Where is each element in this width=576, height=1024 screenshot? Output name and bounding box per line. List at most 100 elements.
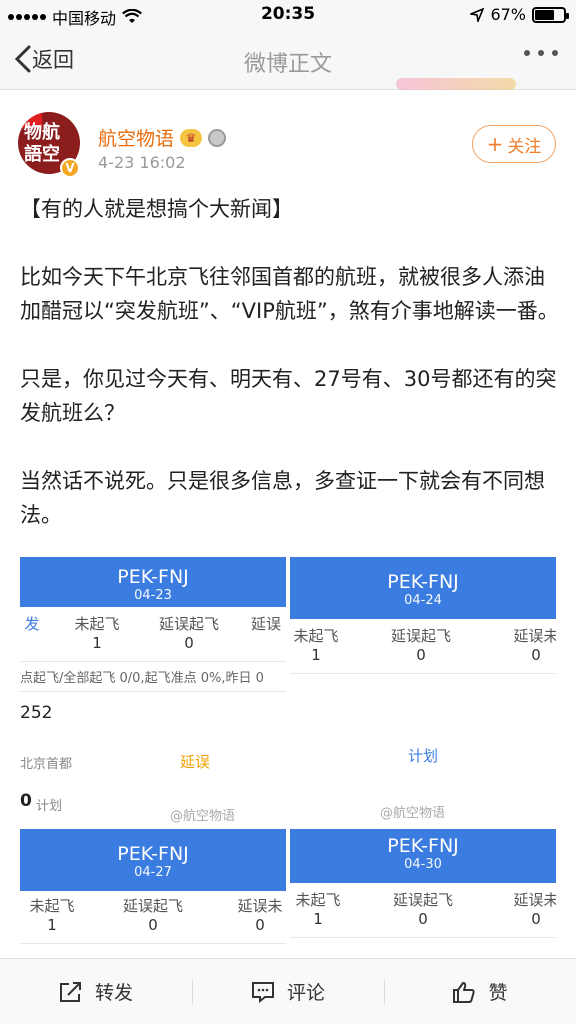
- divider: [20, 691, 286, 692]
- divider: [290, 937, 556, 938]
- flight-card-header: PEK-FNJ 04-30: [290, 829, 556, 883]
- stat-item: 延误起飞 0: [350, 891, 496, 929]
- flight-card-image[interactable]: PEK-FNJ 04-27 未起飞 1 延误起飞 0 延误未 0: [20, 829, 286, 945]
- like-label: 赞: [488, 982, 508, 1004]
- plan-label: 计划: [36, 799, 63, 814]
- stat-value: 0: [418, 910, 428, 928]
- stat-label: 延误未: [513, 891, 556, 909]
- stat-label: 延误未: [237, 897, 283, 915]
- like-button[interactable]: 赞: [384, 959, 576, 1024]
- comment-button[interactable]: 评论: [192, 959, 384, 1024]
- stat-label: 延误起飞: [158, 615, 219, 633]
- stat-item: 延误起飞 0: [346, 627, 496, 665]
- repost-button[interactable]: 转发: [0, 959, 192, 1024]
- repost-label: 转发: [94, 982, 133, 1004]
- divider: [20, 661, 286, 662]
- stat-item: 延误未 0: [496, 627, 556, 665]
- stat-value: 0: [255, 916, 265, 934]
- stat-value: 0: [531, 646, 541, 664]
- post-paragraph: 【有的人就是想搞个大新闻】: [20, 197, 293, 221]
- stat-label: 延误起飞: [392, 891, 453, 909]
- flight-stats: 未起飞 1 延误起飞 0 延误未 0: [20, 897, 286, 935]
- flight-route: PEK-FNJ: [387, 835, 459, 857]
- stat-item: 未起飞 1: [290, 627, 346, 665]
- plan-prefix: 0: [20, 791, 32, 811]
- flight-stats: 未起飞 1 延误起飞 0 延误未 0: [290, 891, 556, 929]
- share-icon: [59, 981, 81, 1002]
- author-name[interactable]: 航空物语: [98, 124, 174, 151]
- stat-item: 延误起飞 0: [84, 897, 222, 935]
- stat-item: 未起飞 1: [290, 891, 350, 929]
- flight-card-header: PEK-FNJ 04-27: [20, 829, 286, 891]
- more-menu-button[interactable]: [524, 50, 558, 56]
- plus-icon: +: [486, 132, 504, 156]
- medal-icon: [208, 128, 227, 147]
- author-row: 航空物语 ♛: [98, 124, 227, 151]
- flight-route: PEK-FNJ: [117, 566, 189, 588]
- flight-stats: 发 未起飞 1 延误起飞 0 延误: [20, 615, 286, 653]
- nav-bar: 返回 微博正文: [0, 30, 576, 90]
- stat-value: 0: [184, 634, 194, 652]
- flight-number: 252: [20, 703, 53, 723]
- post-time: 4-23 16:02: [98, 153, 186, 172]
- stat-label: 延误起飞: [122, 897, 183, 915]
- stat-label: 未起飞: [293, 627, 339, 645]
- comment-label: 评论: [286, 982, 325, 1004]
- comment-icon: [251, 981, 274, 1003]
- follow-label: 关注: [507, 136, 542, 157]
- stat-value: 1: [47, 916, 57, 934]
- thumbs-up-icon: [453, 981, 476, 1003]
- page-title: 微博正文: [243, 52, 332, 77]
- flight-card-header: PEK-FNJ 04-23: [20, 557, 286, 607]
- flight-route: PEK-FNJ: [387, 571, 459, 593]
- stat-value: 1: [311, 646, 321, 664]
- post-paragraph: 只是，你见过今天有、明天有、27号有、30号都还有的突发航班么？: [20, 367, 557, 425]
- stat-label: 延误起飞: [390, 627, 451, 645]
- crown-icon: ♛: [180, 128, 203, 147]
- action-toolbar: 转发 评论 赞: [0, 958, 576, 1024]
- flight-date: 04-27: [134, 865, 172, 880]
- flight-card-image[interactable]: PEK-FNJ 04-24 未起飞 1 延误起飞 0 延误未 0 计划 @航空物语: [290, 557, 556, 823]
- verified-badge-icon: V: [60, 158, 80, 178]
- stat-item: 未起飞 1: [20, 897, 84, 935]
- post-paragraph: 比如今天下午北京飞往邻国首都的航班，就被很多人添油加醋冠以“突发航班”、“VIP…: [20, 265, 559, 323]
- flight-date: 04-23: [134, 588, 172, 603]
- flight-date: 04-24: [404, 593, 442, 608]
- flight-card-image[interactable]: PEK-FNJ 04-23 发 未起飞 1 延误起飞 0 延误 点起飞/全部起飞 0…: [20, 557, 286, 823]
- flight-route: PEK-FNJ: [117, 843, 189, 865]
- location-arrow-icon: [470, 7, 485, 22]
- follow-button[interactable]: + 关注: [472, 125, 556, 163]
- stat-label: 未起飞: [29, 897, 75, 915]
- battery-percent: 67%: [490, 5, 526, 24]
- stat-item: 发: [20, 615, 52, 653]
- flight-status: 延误: [180, 753, 211, 771]
- stat-item: 未起飞 1: [52, 615, 142, 653]
- stat-label: 发: [24, 615, 40, 633]
- divider: [290, 673, 556, 674]
- battery-icon: [532, 6, 569, 23]
- post-body: 【有的人就是想搞个大新闻】 比如今天下午北京飞往邻国首都的航班，就被很多人添油加…: [20, 192, 560, 566]
- origin-airport: 北京首都: [20, 757, 73, 772]
- stat-item: 延误未 0: [496, 891, 556, 929]
- flight-card-image[interactable]: PEK-FNJ 04-30 未起飞 1 延误起飞 0 延误未 0: [290, 829, 556, 945]
- stat-value: 1: [92, 634, 102, 652]
- stat-value: 0: [531, 910, 541, 928]
- flight-card-header: PEK-FNJ 04-24: [290, 557, 556, 619]
- divider: [20, 943, 286, 944]
- watermark: @航空物语: [170, 809, 236, 823]
- flight-stats: 未起飞 1 延误起飞 0 延误未 0: [290, 627, 556, 665]
- stat-item: 延误: [236, 615, 286, 653]
- battery-info: 67%: [470, 5, 569, 24]
- stat-value: 0: [416, 646, 426, 664]
- stat-label: 延误: [250, 615, 281, 633]
- decoration-banner: [396, 78, 516, 90]
- status-bar: 中国移动 20:35 67%: [0, 0, 576, 30]
- stat-value: 1: [313, 910, 323, 928]
- stat-item: 延误起飞 0: [142, 615, 236, 653]
- stat-label: 未起飞: [295, 891, 341, 909]
- stat-item: 延误未 0: [222, 897, 286, 935]
- watermark: @航空物语: [380, 806, 446, 821]
- stat-value: 0: [148, 916, 158, 934]
- punctuality-line: 点起飞/全部起飞 0/0,起飞准点 0%,昨日 0: [20, 671, 264, 686]
- stat-label: 未起飞: [74, 615, 120, 633]
